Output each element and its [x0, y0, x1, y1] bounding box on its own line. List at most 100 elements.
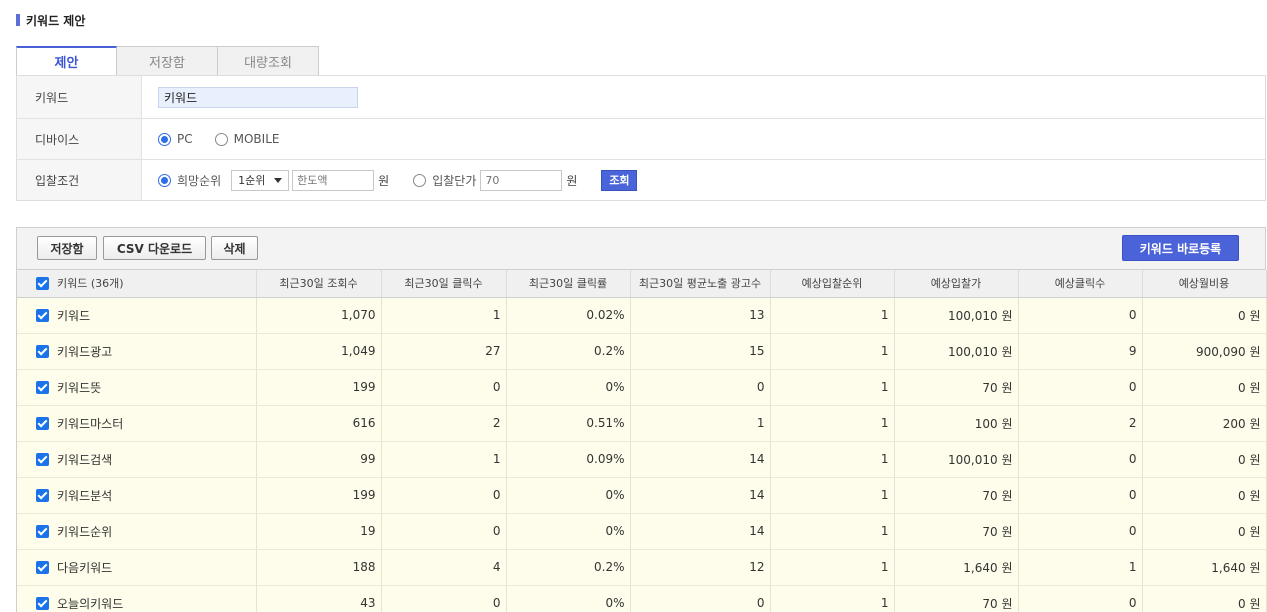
est-cost-cell: 0 원	[1142, 477, 1267, 514]
avg-ads-cell: 0	[630, 585, 771, 612]
est-clicks-cell: 9	[1018, 333, 1143, 370]
est-rank-cell: 1	[770, 477, 895, 514]
col-est-bid: 예상입찰가	[894, 270, 1019, 298]
keyword-text: 키워드	[57, 308, 91, 323]
views-cell: 199	[256, 369, 382, 406]
avg-ads-cell: 0	[630, 369, 771, 406]
est-clicks-cell: 0	[1018, 297, 1143, 334]
row-checkbox[interactable]	[36, 452, 49, 466]
table-row: 키워드광고 1,049 27 0.2% 15 1 100,010 원 9 900,090 원	[17, 333, 1267, 370]
avg-ads-cell: 14	[630, 477, 771, 514]
radio-unchecked-icon	[214, 132, 228, 146]
avg-ads-cell: 14	[630, 513, 771, 550]
clicks-cell: 0	[381, 585, 507, 612]
row-checkbox[interactable]	[36, 380, 49, 394]
clicks-cell: 1	[381, 297, 507, 334]
row-checkbox[interactable]	[36, 344, 49, 358]
row-checkbox[interactable]	[36, 524, 49, 538]
est-bid-cell: 70 원	[894, 585, 1019, 612]
limit-input[interactable]	[292, 169, 375, 191]
table-row: 오늘의키워드 43 0 0% 0 1 70 원00 원	[17, 585, 1267, 612]
est-cost-cell: 0 원	[1142, 441, 1267, 478]
est-rank-cell: 1	[770, 513, 895, 550]
ctr-cell: 0%	[506, 369, 631, 406]
results-toolbar: 저장함 CSV 다운로드 삭제 키워드 바로등록	[17, 228, 1265, 270]
row-checkbox[interactable]	[36, 308, 49, 322]
est-cost-cell: 0 원	[1142, 513, 1267, 550]
col-ctr: 최근30일 클릭률	[506, 270, 631, 298]
keyword-cell: 키워드순위	[17, 513, 257, 550]
price-input[interactable]	[480, 169, 563, 191]
keyword-text: 키워드마스터	[57, 416, 124, 431]
device-radio-mobile[interactable]: MOBILE	[214, 132, 279, 146]
ctr-cell: 0.2%	[506, 333, 631, 370]
device-option-pc: PC	[177, 132, 193, 146]
col-est-cost: 예상월비용	[1142, 270, 1267, 298]
save-button[interactable]: 저장함	[37, 236, 97, 260]
row-checkbox[interactable]	[36, 596, 49, 610]
est-bid-cell: 100 원	[894, 405, 1019, 442]
tab-saved[interactable]: 저장함	[117, 46, 218, 76]
est-bid-cell: 100,010 원	[894, 333, 1019, 370]
ctr-cell: 0%	[506, 585, 631, 612]
est-cost-cell: 200 원	[1142, 405, 1267, 442]
tab-bulk-lookup[interactable]: 대량조회	[218, 46, 319, 76]
price-unit: 원	[566, 173, 578, 188]
views-cell: 19	[256, 513, 382, 550]
table-row: 키워드순위 19 0 0% 14 1 70 원00 원	[17, 513, 1267, 550]
ctr-cell: 0.51%	[506, 405, 631, 442]
est-clicks-cell: 0	[1018, 477, 1143, 514]
est-clicks-cell: 0	[1018, 441, 1143, 478]
radio-unchecked-icon	[413, 173, 427, 187]
clicks-cell: 0	[381, 477, 507, 514]
est-rank-cell: 1	[770, 441, 895, 478]
keyword-text: 키워드분석	[57, 488, 113, 503]
table-row: 키워드분석 199 0 0% 14 1 70 원00 원	[17, 477, 1267, 514]
keyword-row: 키워드	[17, 76, 1265, 118]
est-bid-cell: 70 원	[894, 513, 1019, 550]
keyword-input[interactable]	[158, 86, 358, 108]
row-checkbox[interactable]	[36, 488, 49, 502]
rank-select[interactable]: 1순위	[231, 169, 290, 191]
device-radio-pc[interactable]: PC	[158, 132, 193, 146]
keyword-cell: 키워드뜻	[17, 369, 257, 406]
select-all-checkbox[interactable]	[36, 276, 49, 290]
delete-button[interactable]: 삭제	[211, 236, 258, 260]
query-button[interactable]: 조회	[601, 169, 638, 191]
clicks-cell: 27	[381, 333, 507, 370]
est-rank-cell: 1	[770, 297, 895, 334]
row-checkbox[interactable]	[36, 560, 49, 574]
search-form: 키워드 디바이스 PC MOBILE 입찰조건 희망순위 1순위	[16, 75, 1266, 201]
bid-radio-desired-rank[interactable]: 희망순위	[158, 172, 221, 189]
tab-suggest[interactable]: 제안	[16, 46, 117, 76]
keyword-table: 키워드 (36개) 최근30일 조회수 최근30일 클릭수 최근30일 클릭률 …	[17, 270, 1267, 612]
keyword-text: 다음키워드	[57, 560, 113, 575]
keyword-cell: 키워드광고	[17, 333, 257, 370]
table-row: 키워드뜻 199 0 0% 0 1 70 원00 원	[17, 369, 1267, 406]
views-cell: 199	[256, 477, 382, 514]
register-keyword-button[interactable]: 키워드 바로등록	[1122, 235, 1239, 261]
ctr-cell: 0.2%	[506, 549, 631, 586]
keyword-cell: 키워드마스터	[17, 405, 257, 442]
clicks-cell: 0	[381, 369, 507, 406]
page-title: 키워드 제안	[16, 12, 85, 28]
views-cell: 616	[256, 405, 382, 442]
est-cost-cell: 900,090 원	[1142, 333, 1267, 370]
est-cost-cell: 0 원	[1142, 585, 1267, 612]
csv-download-button[interactable]: CSV 다운로드	[103, 236, 206, 260]
ctr-cell: 0%	[506, 513, 631, 550]
table-header-row: 키워드 (36개) 최근30일 조회수 최근30일 클릭수 최근30일 클릭률 …	[17, 270, 1267, 298]
avg-ads-cell: 1	[630, 405, 771, 442]
row-checkbox[interactable]	[36, 416, 49, 430]
bid-label: 입찰조건	[17, 160, 142, 200]
keyword-text: 키워드검색	[57, 452, 113, 467]
results-panel: 저장함 CSV 다운로드 삭제 키워드 바로등록 키워드 (36개) 최근30일…	[16, 227, 1267, 612]
col-est-rank: 예상입찰순위	[770, 270, 895, 298]
clicks-cell: 1	[381, 441, 507, 478]
est-bid-cell: 100,010 원	[894, 441, 1019, 478]
views-cell: 99	[256, 441, 382, 478]
bid-radio-unit-price[interactable]: 입찰단가	[413, 172, 476, 189]
table-row: 키워드마스터 616 2 0.51% 1 1 100 원 2 200 원	[17, 405, 1267, 442]
keyword-cell: 키워드검색	[17, 441, 257, 478]
est-rank-cell: 1	[770, 549, 895, 586]
